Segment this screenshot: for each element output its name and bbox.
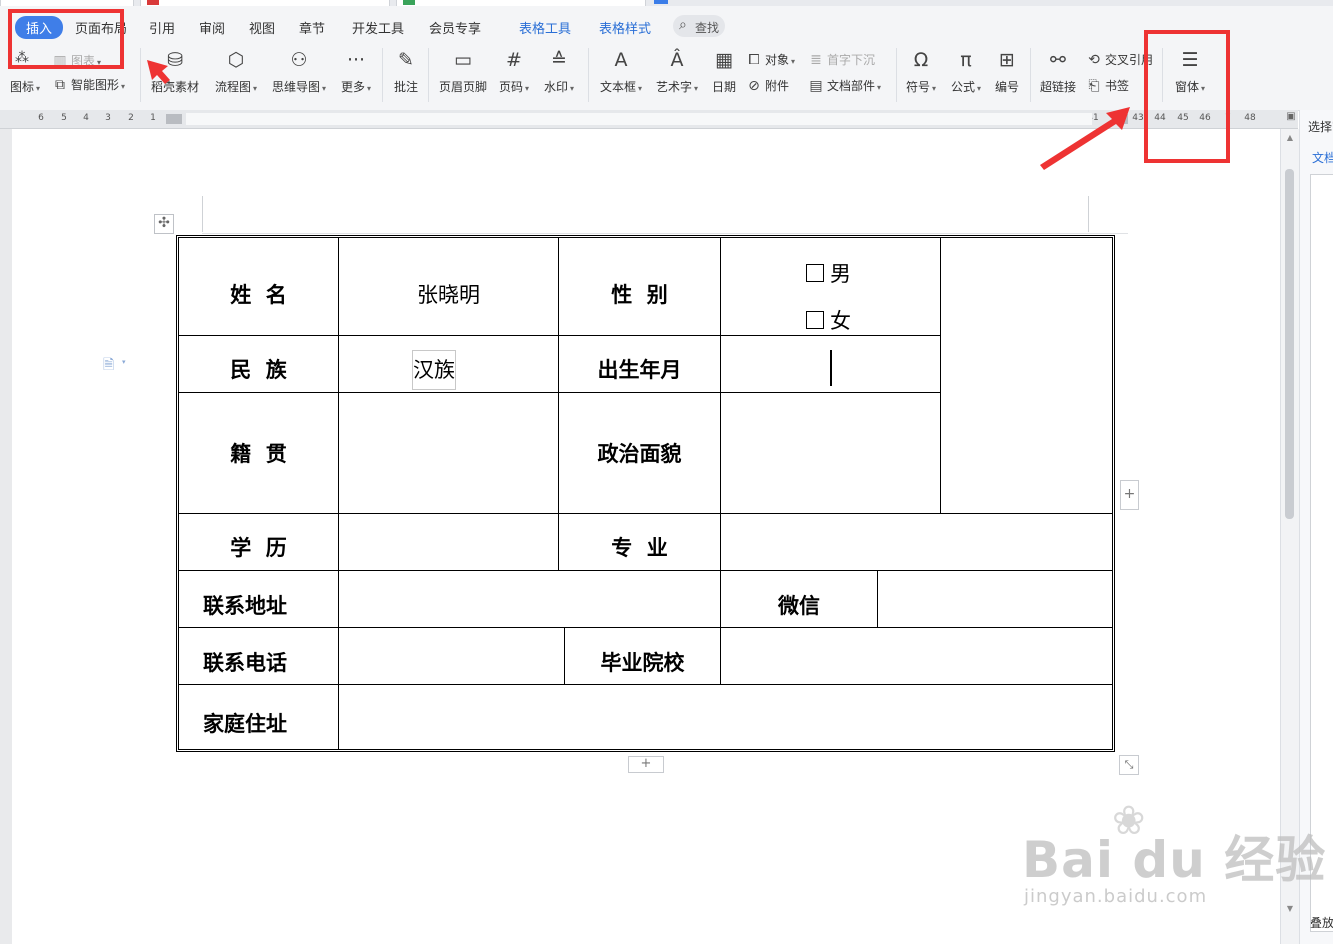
watermark-url: jingyan.baidu.com bbox=[1024, 886, 1208, 907]
arrow-to-form-button bbox=[1040, 107, 1130, 170]
arrow-to-insert-tab bbox=[147, 60, 170, 84]
watermark-logo: Bai du 经验 bbox=[1022, 831, 1327, 889]
baidu-watermark: ❀ Bai du 经验 jingyan.baidu.com bbox=[1022, 796, 1325, 916]
